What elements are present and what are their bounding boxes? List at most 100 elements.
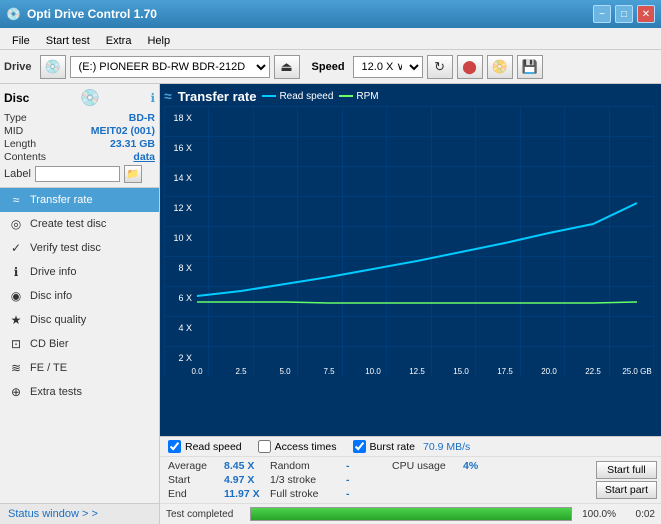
access-times-checkbox-label: Access times [275, 441, 337, 453]
nav-transfer-rate[interactable]: ≈ Transfer rate [0, 188, 159, 212]
drive-select[interactable]: (E:) PIONEER BD-RW BDR-212D 1.00 [70, 56, 270, 78]
disc-icon: 💿 [80, 88, 100, 108]
disc-type-row: Type BD-R [4, 112, 155, 124]
disc-length-val: 23.31 GB [110, 138, 155, 150]
nav-verify-test-disc-label: Verify test disc [30, 242, 101, 254]
disc-mid-key: MID [4, 125, 23, 137]
status-section: Status window > > [0, 503, 159, 524]
nav-fe-te[interactable]: ≋ FE / TE [0, 356, 159, 380]
svg-text:7.5: 7.5 [323, 367, 335, 376]
disc-title: Disc [4, 91, 29, 105]
nav-drive-info-label: Drive info [30, 266, 76, 278]
nav-fe-te-label: FE / TE [30, 362, 67, 374]
chart-title: Transfer rate [178, 89, 257, 104]
progress-row: Test completed 100.0% 0:02 [160, 503, 661, 524]
stat-end-row: End 11.97 X Full stroke - [168, 487, 584, 501]
title-bar-controls: − □ ✕ [593, 5, 655, 23]
disc-info-icon: ℹ [150, 91, 155, 105]
drive-icon-btn[interactable]: 💿 [40, 55, 66, 79]
legend-rpm: RPM [339, 91, 378, 102]
refresh-btn[interactable]: ↻ [427, 55, 453, 79]
disc-quality-icon: ★ [8, 313, 24, 327]
nav-verify-test-disc[interactable]: ✓ Verify test disc [0, 236, 159, 260]
read-speed-legend-color [262, 95, 276, 97]
nav-cd-bier[interactable]: ⊡ CD Bier [0, 332, 159, 356]
nav-transfer-rate-label: Transfer rate [30, 194, 93, 206]
disc-label-input[interactable] [35, 166, 120, 182]
disc-contents-val[interactable]: data [133, 151, 155, 163]
svg-text:20.0: 20.0 [541, 367, 557, 376]
toolbar: Drive 💿 (E:) PIONEER BD-RW BDR-212D 1.00… [0, 50, 661, 84]
disc-header: Disc 💿 ℹ [4, 88, 155, 108]
verify-test-disc-icon: ✓ [8, 241, 24, 255]
bottom-panel: Read speed Access times Burst rate 70.9 … [160, 436, 661, 524]
speed-select[interactable]: 12.0 X ∨ [353, 56, 423, 78]
legend-read-speed: Read speed [262, 91, 333, 102]
right-content: ≈ Transfer rate Read speed RPM [160, 84, 661, 524]
svg-text:10 X: 10 X [173, 233, 192, 243]
stat-stroke-val: - [346, 474, 386, 486]
title-bar-left: 💿 Opti Drive Control 1.70 [6, 7, 157, 21]
save-btn[interactable]: 💾 [517, 55, 543, 79]
menu-file[interactable]: File [4, 30, 38, 47]
svg-text:4 X: 4 X [178, 323, 192, 333]
nav-extra-tests[interactable]: ⊕ Extra tests [0, 380, 159, 404]
maximize-button[interactable]: □ [615, 5, 633, 23]
erase-btn[interactable]: ⬤ [457, 55, 483, 79]
close-button[interactable]: ✕ [637, 5, 655, 23]
nav-extra-tests-label: Extra tests [30, 386, 82, 398]
rpm-legend-color [339, 95, 353, 97]
start-full-button[interactable]: Start full [596, 461, 657, 479]
chart-header: ≈ Transfer rate Read speed RPM [164, 88, 657, 104]
stat-random-key: Random [270, 460, 340, 472]
burst-rate-checkbox[interactable] [353, 440, 366, 453]
nav-disc-info[interactable]: ◉ Disc info [0, 284, 159, 308]
svg-text:25.0 GB: 25.0 GB [622, 367, 651, 376]
stat-end-val: 11.97 X [224, 488, 264, 500]
read-speed-checkbox-item: Read speed [168, 440, 242, 453]
nav-create-test-disc[interactable]: ◎ Create test disc [0, 212, 159, 236]
progress-bar [250, 507, 572, 521]
menu-bar: File Start test Extra Help [0, 28, 661, 50]
disc-label-row: Label 📁 [4, 165, 155, 183]
nav-disc-quality-label: Disc quality [30, 314, 86, 326]
stat-start-val: 4.97 X [224, 474, 264, 486]
sidebar-nav: ≈ Transfer rate ◎ Create test disc ✓ Ver… [0, 188, 159, 503]
menu-extra[interactable]: Extra [98, 30, 140, 47]
start-part-button[interactable]: Start part [596, 481, 657, 499]
transfer-rate-chart: 18 X 16 X 14 X 12 X 10 X 8 X 6 X 4 X 2 X… [164, 106, 654, 376]
sidebar: Disc 💿 ℹ Type BD-R MID MEIT02 (001) Leng… [0, 84, 160, 524]
action-buttons: Start full Start part [592, 457, 661, 503]
nav-create-test-disc-label: Create test disc [30, 218, 106, 230]
progress-percentage: 100.0% [576, 509, 616, 520]
speed-label: Speed [312, 61, 345, 73]
stat-end-key: End [168, 488, 218, 500]
status-window-link[interactable]: Status window > > [8, 508, 98, 520]
stat-cpu-val: 4% [463, 460, 503, 472]
svg-text:2.5: 2.5 [235, 367, 247, 376]
stat-full-stroke-key: Full stroke [270, 488, 340, 500]
stat-stroke-key: 1/3 stroke [270, 474, 340, 486]
main-content: Disc 💿 ℹ Type BD-R MID MEIT02 (001) Leng… [0, 84, 661, 524]
menu-start-test[interactable]: Start test [38, 30, 98, 47]
svg-text:12.5: 12.5 [409, 367, 425, 376]
disc-contents-row: Contents data [4, 151, 155, 163]
write-btn[interactable]: 📀 [487, 55, 513, 79]
checkbox-row: Read speed Access times Burst rate 70.9 … [160, 437, 661, 457]
svg-text:14 X: 14 X [173, 173, 192, 183]
minimize-button[interactable]: − [593, 5, 611, 23]
transfer-rate-icon: ≈ [8, 193, 24, 207]
disc-length-row: Length 23.31 GB [4, 138, 155, 150]
access-times-checkbox-item: Access times [258, 440, 337, 453]
nav-cd-bier-label: CD Bier [30, 338, 69, 350]
read-speed-checkbox[interactable] [168, 440, 181, 453]
eject-btn[interactable]: ⏏ [274, 55, 300, 79]
disc-label-browse[interactable]: 📁 [124, 165, 142, 183]
menu-help[interactable]: Help [139, 30, 178, 47]
svg-text:10.0: 10.0 [365, 367, 381, 376]
read-speed-checkbox-label: Read speed [185, 441, 242, 453]
app-title: Opti Drive Control 1.70 [27, 7, 157, 21]
nav-drive-info[interactable]: ℹ Drive info [0, 260, 159, 284]
access-times-checkbox[interactable] [258, 440, 271, 453]
nav-disc-quality[interactable]: ★ Disc quality [0, 308, 159, 332]
